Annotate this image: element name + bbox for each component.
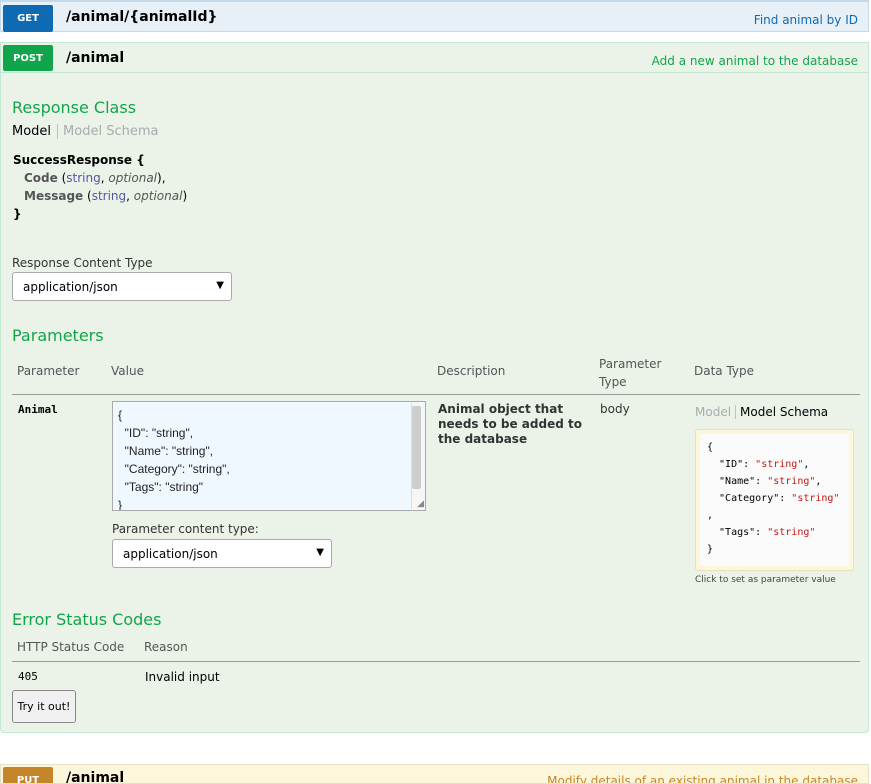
snippet-hint: Click to set as parameter value [695, 575, 836, 585]
tab-model-schema[interactable]: Model Schema [736, 405, 828, 419]
response-model-tabs: Model Model Schema [12, 124, 158, 139]
col-data-type: Data Type [694, 364, 755, 378]
post-operation: POST /animal Add a new animal to the dat… [0, 42, 869, 733]
response-model-signature: SuccessResponse { Code (string, optional… [13, 151, 187, 223]
param-content-type-select[interactable]: application/json ▼ [112, 539, 332, 568]
resize-grip-icon[interactable]: ◢ [417, 500, 424, 509]
tab-model[interactable]: Model [695, 405, 737, 419]
table-divider [12, 394, 860, 395]
put-operation-path[interactable]: /animal [66, 770, 124, 783]
schema-json: { "ID": "string", "Name": "string", "Cat… [707, 442, 840, 555]
parameters-heading: Parameters [12, 326, 104, 345]
model-name: SuccessResponse { [13, 153, 145, 167]
model-schema-snippet[interactable]: { "ID": "string", "Name": "string", "Cat… [695, 429, 854, 571]
error-codes-heading: Error Status Codes [12, 610, 162, 629]
dropdown-arrow-icon: ▼ [216, 280, 224, 291]
error-code: 405 [18, 670, 38, 683]
post-verb-badge[interactable]: POST [3, 45, 53, 71]
param-content-type-label: Parameter content type: [112, 522, 259, 536]
col-parameter-type: Parameter Type [599, 357, 662, 389]
post-operation-path[interactable]: /animal [66, 50, 124, 66]
model-property: Message (string, optional) [24, 189, 188, 203]
param-value-textarea[interactable]: { "ID": "string", "Name": "string", "Cat… [112, 401, 426, 511]
param-description: Animal object that needs to be added to … [438, 402, 582, 446]
get-operation-path[interactable]: /animal/{animalId} [66, 9, 217, 25]
col-parameter: Parameter [17, 364, 80, 378]
col-value: Value [111, 364, 144, 378]
put-operation-header[interactable]: PUT /animal Modify details of an existin… [0, 764, 869, 784]
put-operation-summary[interactable]: Modify details of an existing animal in … [547, 774, 858, 783]
try-it-out-button[interactable]: Try it out! [12, 690, 76, 723]
dropdown-arrow-icon: ▼ [316, 547, 324, 558]
param-name: Animal [18, 403, 58, 416]
get-operation-summary[interactable]: Find animal by ID [754, 13, 858, 27]
col-reason: Reason [144, 640, 188, 654]
get-operation-header[interactable]: GET /animal/{animalId} Find animal by ID [0, 0, 869, 32]
param-type: body [600, 402, 630, 416]
put-verb-badge[interactable]: PUT [3, 767, 53, 783]
response-class-heading: Response Class [12, 98, 137, 117]
scrollbar-thumb[interactable] [412, 406, 421, 489]
error-reason: Invalid input [145, 670, 220, 684]
response-content-type-select[interactable]: application/json ▼ [12, 272, 232, 301]
textarea-scrollbar[interactable] [411, 403, 424, 509]
data-type-tabs: Model Model Schema [695, 405, 828, 419]
response-content-type-label: Response Content Type [12, 256, 153, 270]
tab-model[interactable]: Model [12, 124, 59, 139]
tab-model-schema[interactable]: Model Schema [58, 124, 158, 139]
model-close-brace: } [13, 207, 22, 221]
table-divider [12, 661, 860, 662]
get-verb-badge[interactable]: GET [3, 5, 53, 32]
col-http-status-code: HTTP Status Code [17, 640, 125, 654]
model-property: Code (string, optional), [24, 171, 166, 185]
col-description: Description [437, 364, 506, 378]
post-operation-header[interactable]: POST /animal Add a new animal to the dat… [1, 43, 868, 73]
post-operation-summary[interactable]: Add a new animal to the database [652, 54, 858, 68]
